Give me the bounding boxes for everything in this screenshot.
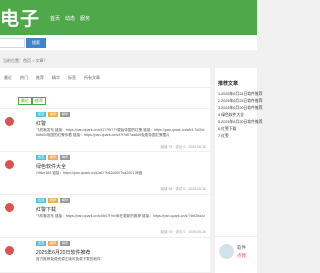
user-name[interactable]: 软件	[237, 245, 246, 251]
list-item[interactable]: 置顶 推荐 精华 红警 飞机哦发布 链接：https://pan.quark.c…	[0, 108, 210, 151]
nav-item-home[interactable]: 首页	[50, 15, 60, 22]
top-header: 电子 首页 动态 服务	[0, 0, 257, 35]
sort-recent-button[interactable]: 最近	[4, 75, 12, 81]
list-toolbar: 最近 热门 推荐 精华 标签 所有文章	[0, 68, 210, 88]
breadcrumb: 当前位置：首页 > 文章？	[3, 58, 48, 63]
filter-tag-recent[interactable]: 最近	[18, 97, 32, 105]
search-input[interactable]	[0, 38, 25, 48]
item-body: 官方推荐免费资源正版可免费下载的软件	[36, 257, 101, 261]
sort-hot-button[interactable]: 热门	[20, 75, 28, 81]
item-title[interactable]: 红警下载	[36, 206, 56, 213]
item-meta: 阅读 79 · 评论 0 · 2025.06.30	[160, 145, 206, 149]
sort-recommend-button[interactable]: 推荐	[36, 75, 44, 81]
badge-essence: 精华	[60, 241, 70, 246]
nav-item-feed[interactable]: 动态	[65, 15, 75, 22]
list-item[interactable]: 置顶 推荐 精华 红警下载 飞机哦发布 链接：https://pan.quark…	[0, 194, 210, 237]
badge-top: 置顶	[36, 112, 46, 117]
sort-essence-button[interactable]: 精华	[52, 75, 60, 81]
item-body: 飞机哦发布 链接：https://pan.quark.cn/s/6b07f?hv…	[36, 214, 205, 218]
avatar	[5, 203, 14, 212]
nav-item-service[interactable]: 服务	[80, 15, 90, 22]
item-meta: 阅读 79 · 评论 0 · 2025.06.30	[160, 230, 206, 234]
user-card: 软件 点我	[215, 236, 257, 273]
badge-top: 置顶	[36, 241, 46, 246]
sidebar: 推荐文章 1.2025年6月24日软件推荐 2.2025年6月23日软件推荐 3…	[215, 68, 263, 273]
sort-tags-button[interactable]: 标签	[68, 75, 76, 81]
badge-recommend: 推荐	[48, 155, 58, 160]
item-body: 飞机哦发布 链接：https://pan.quark.cn/s/f1?7f9?7…	[36, 128, 205, 137]
item-meta: 阅读 58 · 评论 0 · 2025.06.30	[160, 187, 206, 191]
badge-top: 置顶	[36, 198, 46, 203]
avatar	[5, 160, 14, 169]
list-item[interactable]: 置顶 推荐 精华 2025年6月20日软件推荐 官方推荐免费资源正版可免费下载的…	[0, 237, 210, 273]
item-title[interactable]: 红警	[36, 120, 46, 127]
sidebar-item[interactable]: 6.红警下载	[218, 127, 236, 132]
sidebar-item[interactable]: 7.红警	[218, 134, 229, 139]
item-title[interactable]: 绿色软件大全	[36, 163, 66, 170]
sidebar-item[interactable]: 1.2025年6月24日软件推荐	[218, 92, 263, 97]
badge-essence: 精华	[60, 155, 70, 160]
site-logo[interactable]: 电子	[0, 4, 40, 31]
article-list: 最近 热门 推荐 精华 标签 所有文章 最近 推荐 置顶 推荐 精华 红警 飞机…	[0, 68, 210, 272]
badge-essence: 精华	[60, 112, 70, 117]
filter-tag-recommend[interactable]: 推荐	[32, 97, 46, 105]
sidebar-item[interactable]: 3.2025年6月20日软件推荐	[218, 106, 263, 111]
sidebar-title: 推荐文章	[218, 81, 239, 87]
search-button[interactable]: 搜索	[26, 38, 46, 48]
badge-recommend: 推荐	[48, 241, 58, 246]
badge-recommend: 推荐	[48, 198, 58, 203]
badge-essence: 精华	[60, 198, 70, 203]
sidebar-item[interactable]: 5.2025年6月20日软件推荐	[218, 120, 263, 125]
avatar	[5, 117, 14, 126]
avatar	[5, 246, 14, 255]
badge-recommend: 推荐	[48, 112, 58, 117]
sidebar-item[interactable]: 4.绿色软件大全	[218, 113, 244, 118]
badge-top: 置顶	[36, 155, 46, 160]
user-avatar[interactable]	[219, 244, 234, 259]
user-action[interactable]: 点我	[237, 253, 246, 259]
item-body: Office365 链接：https://pan.quark.cn/s/a67?…	[36, 171, 143, 175]
item-title[interactable]: 2025年6月20日软件推荐	[36, 249, 90, 256]
sidebar-item[interactable]: 2.2025年6月23日软件推荐	[218, 99, 263, 104]
list-item[interactable]: 置顶 推荐 精华 绿色软件大全 Office365 链接：https://pan…	[0, 151, 210, 194]
sort-all-button[interactable]: 所有文章	[84, 75, 100, 81]
